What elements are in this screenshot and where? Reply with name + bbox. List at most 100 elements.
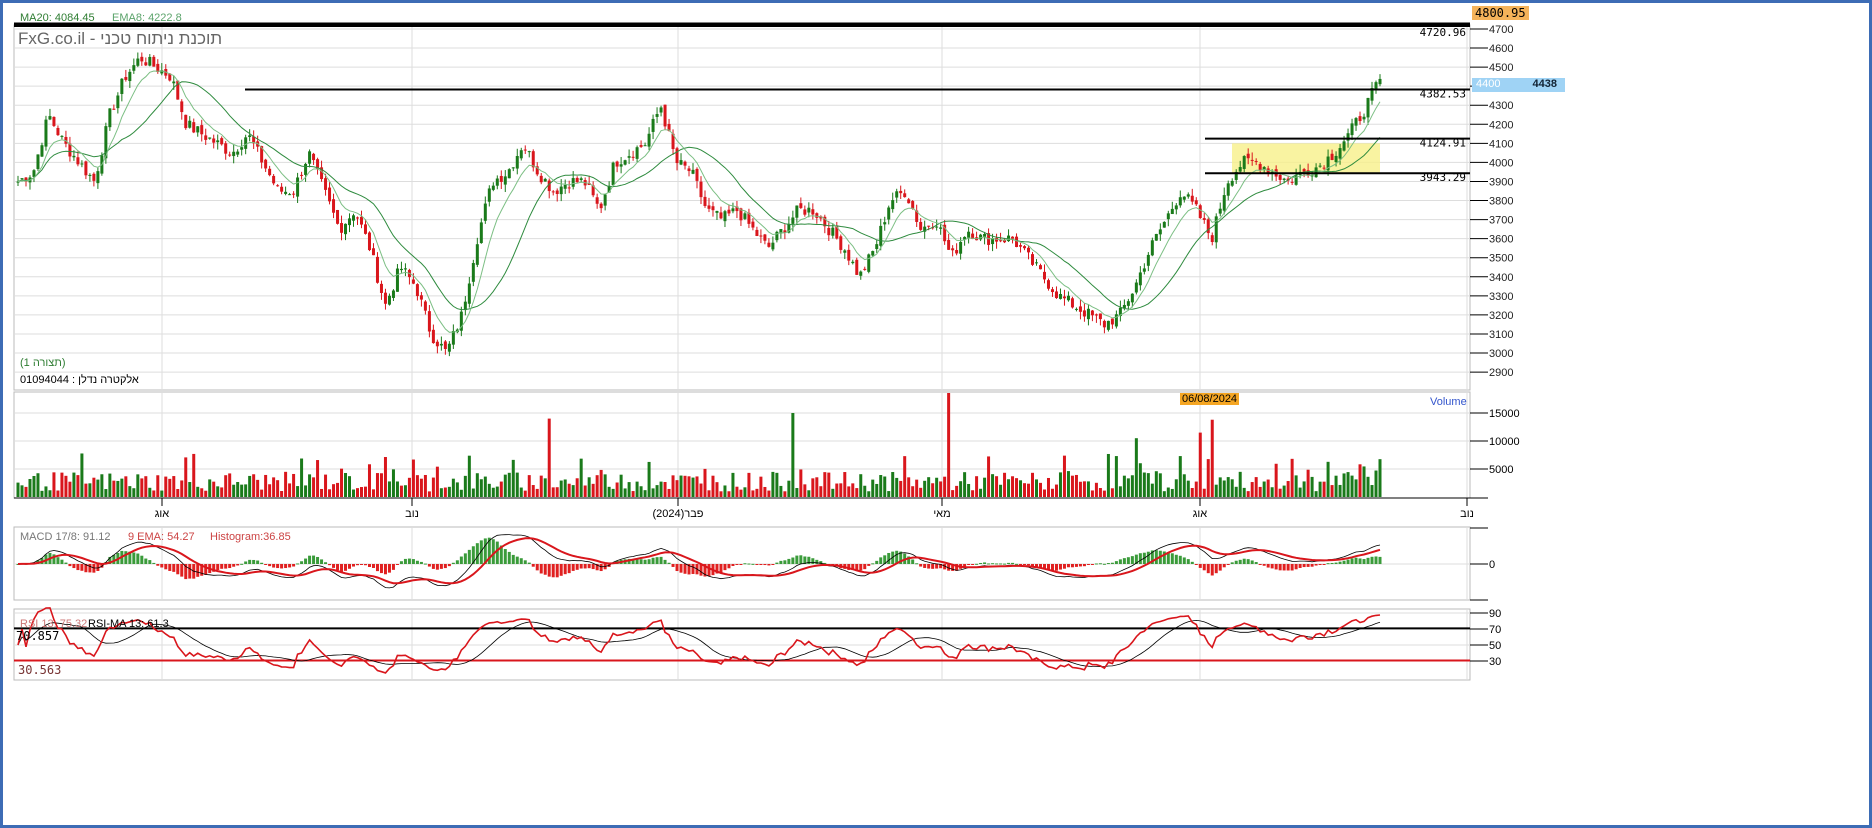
volume-bar [559,480,563,497]
rsi-tick-label: 90 [1489,608,1501,620]
candle-body [1334,155,1338,162]
macd-histogram-bar [579,564,583,569]
macd-histogram-bar [1378,556,1382,564]
macd-histogram-bar [967,564,971,565]
volume-bar [20,485,24,497]
volume-bar [264,474,268,497]
volume-bar [763,486,767,497]
candle-body [967,231,971,238]
volume-bar [851,483,855,497]
candle-body [907,199,911,204]
candle-body [631,156,635,158]
macd-histogram-bar [276,564,280,569]
volume-bar [727,491,731,497]
price-tick-label: 3000 [1489,348,1513,360]
volume-bar [887,491,891,497]
macd-histogram-bar [691,564,695,574]
macd-histogram-bar [795,555,799,564]
macd-histogram-bar [1350,558,1354,564]
candle-body [228,154,232,156]
volume-bar [200,488,204,497]
macd-histogram-bar [148,560,152,564]
rsi-tick-label: 70 [1489,624,1501,636]
volume-bar [1150,483,1154,497]
macd-histogram-bar [707,564,711,577]
macd-histogram-bar [1082,564,1086,567]
candle-body [296,177,300,197]
candle-body [52,116,56,126]
consolidation-zone [1232,143,1380,174]
volume-bar [340,468,344,497]
macd-histogram-bar [1066,564,1070,568]
candle-body [359,216,363,225]
candle-body [1134,282,1138,293]
candle-body [348,218,352,226]
candle-body [1250,159,1254,161]
macd-histogram-bar [539,564,543,574]
volume-bar [1322,481,1326,497]
candle-body [851,261,855,264]
volume-bar [923,480,927,497]
macd-histogram-bar [787,558,791,564]
volume-bar [1050,488,1054,497]
candle-body [140,56,144,62]
candle-body [284,191,288,194]
macd-histogram-bar [555,564,559,578]
volume-bar [735,486,739,497]
macd-histogram-bar [1306,564,1310,567]
candle-body [843,250,847,253]
candle-body [423,301,427,311]
candle-body [1330,153,1334,160]
macd-histogram-bar [1130,556,1134,564]
last-price: 4438 [1532,78,1557,90]
volume-bar [152,490,156,497]
volume-bar [208,479,212,497]
volume-bar [352,489,356,497]
volume-bar [651,488,655,497]
volume-bar [1374,470,1378,497]
volume-bar [883,476,887,497]
volume-bar [1130,475,1134,497]
candle-body [771,242,775,250]
candle-body [887,207,891,220]
volume-bar [779,485,783,497]
macd-histogram-bar [743,563,747,565]
macd-histogram-bar [467,549,471,564]
candle-body [1194,200,1198,205]
macd-histogram-bar [56,557,60,564]
volume-bar [939,481,943,497]
volume-bar [16,482,20,497]
candle-body [336,209,340,224]
macd-histogram-bar [1266,564,1270,568]
chart-canvas[interactable]: 4700 4600 4500 4400 4300 4200 4100 4000 3900 3800… [0,0,1872,828]
price-tick-label: 4200 [1489,119,1513,131]
candle-body [36,154,40,170]
macd-histogram-bar [571,564,575,571]
macd-histogram-bar [160,564,164,568]
macd-histogram-bar [332,564,336,568]
macd-histogram-bar [575,564,579,570]
macd-histogram-bar [140,555,144,564]
volume-bar [1035,479,1039,497]
volume-bar [443,487,447,497]
candle-body [659,107,663,113]
macd-histogram-bar [1222,564,1226,568]
macd-histogram-bar [979,562,983,564]
volume-bar [871,479,875,497]
macd-histogram-bar [164,564,168,570]
macd-histogram-bar [1050,564,1054,571]
candle-body [152,56,156,67]
volume-bar [959,481,963,497]
volume-bar [783,491,787,497]
candle-body [1054,291,1058,299]
macd-histogram-bar [308,555,312,564]
candle-body [248,135,252,138]
candle-body [84,161,88,176]
macd-histogram-bar [975,563,979,565]
macd-histogram-bar [811,558,815,564]
candle-body [1094,314,1098,316]
candle-body [863,268,867,270]
volume-bar [711,475,715,497]
volume-bar [1274,463,1278,497]
volume-bar [479,479,483,497]
